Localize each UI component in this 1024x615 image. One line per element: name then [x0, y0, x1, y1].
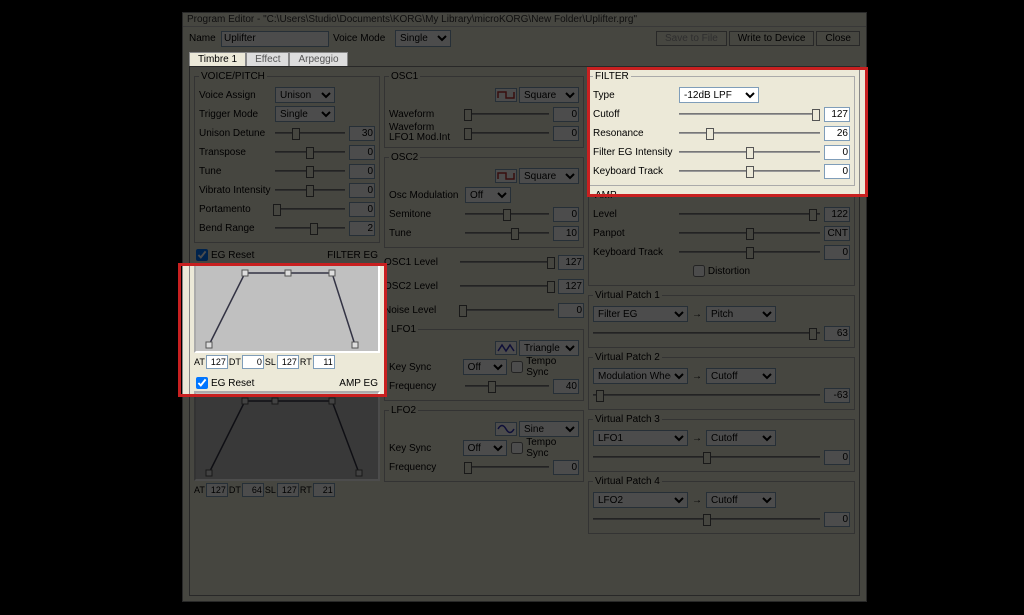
osc1-wave-select[interactable]: Square [519, 87, 579, 103]
filter-eg-graph[interactable] [194, 263, 380, 353]
osc1-wave-icon [495, 88, 517, 102]
lfo2-wave-select[interactable]: Sine [519, 421, 579, 437]
amp-eg-graph[interactable] [194, 391, 380, 481]
vp2-amt-slider[interactable] [593, 388, 820, 402]
unison-detune-slider[interactable] [275, 126, 345, 140]
filter-type-select[interactable]: -12dB LPF [679, 87, 759, 103]
name-label: Name [189, 33, 217, 44]
save-to-file-button[interactable]: Save to File [656, 31, 727, 46]
amp-level-slider[interactable] [679, 207, 820, 221]
window-title: Program Editor - "C:\Users\Studio\Docume… [183, 13, 866, 27]
voice-assign-select[interactable]: Unison [275, 87, 335, 103]
osc2-tune-slider[interactable] [465, 226, 549, 240]
transpose-value[interactable] [349, 145, 375, 160]
voicemode-select[interactable]: Single [395, 30, 451, 47]
lfo1-wave-select[interactable]: Triangle [519, 340, 579, 356]
vpatch2-group: Virtual Patch 2 Modulation Wheel → Cutof… [588, 352, 855, 410]
vp4-amt-slider[interactable] [593, 512, 820, 526]
lfo1-temposync-check[interactable]: Tempo Sync [511, 356, 579, 378]
vpatch3-group: Virtual Patch 3 LFO1 → Cutoff [588, 414, 855, 472]
arrow-icon: → [692, 495, 702, 506]
vp4-src-select[interactable]: LFO2 [593, 492, 688, 508]
osc1-waveform-slider[interactable] [465, 107, 549, 121]
lfo1-keysync-select[interactable]: Off [463, 359, 508, 375]
close-button[interactable]: Close [816, 31, 860, 46]
vp4-dst-select[interactable]: Cutoff [706, 492, 776, 508]
filter-eg-box: EG Reset FILTER EG [194, 247, 380, 371]
filter-eg-reset-check[interactable]: EG Reset [196, 249, 254, 261]
vp2-dst-select[interactable]: Cutoff [706, 368, 776, 384]
osc2-semitone-slider[interactable] [465, 207, 549, 221]
vp1-amt-slider[interactable] [593, 326, 820, 340]
osc2-level-slider[interactable] [460, 279, 554, 293]
lfo2-freq-slider[interactable] [465, 460, 549, 474]
lfo1-group: LFO1 Triangle Key Sync Off Tempo Sync Fr… [384, 324, 584, 401]
osc2-mod-select[interactable]: Off [465, 187, 511, 203]
lfo1-freq-slider[interactable] [465, 379, 549, 393]
voicemode-label: Voice Mode [333, 33, 391, 44]
filter-resonance-slider[interactable] [679, 126, 820, 140]
filter-cutoff-slider[interactable] [679, 107, 820, 121]
osc2-wave-icon [495, 169, 517, 183]
filter-kbd-slider[interactable] [679, 164, 820, 178]
arrow-icon: → [692, 309, 702, 320]
program-editor-window: Program Editor - "C:\Users\Studio\Docume… [182, 12, 867, 602]
lfo1-wave-icon [495, 341, 517, 355]
osc2-group: OSC2 Square Osc Modulation Off Semitone … [384, 152, 584, 248]
amp-group: AMP Level Panpot Keyboard Track Distorti… [588, 190, 855, 286]
lfo2-keysync-select[interactable]: Off [463, 440, 508, 456]
vp3-dst-select[interactable]: Cutoff [706, 430, 776, 446]
lfo2-wave-icon [495, 422, 517, 436]
filter-egint-slider[interactable] [679, 145, 820, 159]
vibrato-slider[interactable] [275, 183, 345, 197]
amp-kbd-slider[interactable] [679, 245, 820, 259]
unison-detune-value[interactable] [349, 126, 375, 141]
osc1-level-slider[interactable] [460, 255, 554, 269]
portamento-slider[interactable] [275, 202, 345, 216]
filter-group: FILTER Type -12dB LPF Cutoff Resonance F… [588, 71, 855, 186]
lfo2-group: LFO2 Sine Key Sync Off Tempo Sync Freque… [384, 405, 584, 482]
osc2-wave-select[interactable]: Square [519, 168, 579, 184]
bend-slider[interactable] [275, 221, 345, 235]
tab-arpeggio[interactable]: Arpeggio [289, 52, 347, 66]
tune-slider[interactable] [275, 164, 345, 178]
trigger-mode-select[interactable]: Single [275, 106, 335, 122]
arrow-icon: → [692, 433, 702, 444]
vp1-src-select[interactable]: Filter EG [593, 306, 688, 322]
tab-timbre1[interactable]: Timbre 1 [189, 52, 246, 66]
timbre-panel: VOICE/PITCH Voice Assign Unison Trigger … [189, 66, 860, 596]
arrow-icon: → [692, 371, 702, 382]
name-input[interactable] [221, 31, 329, 47]
portamento-value[interactable] [349, 202, 375, 217]
voice-pitch-group: VOICE/PITCH Voice Assign Unison Trigger … [194, 71, 380, 243]
vpatch1-group: Virtual Patch 1 Filter EG → Pitch [588, 290, 855, 348]
amp-eg-reset-check[interactable]: EG Reset [196, 377, 254, 389]
vpatch4-group: Virtual Patch 4 LFO2 → Cutoff [588, 476, 855, 534]
vp2-src-select[interactable]: Modulation Wheel [593, 368, 688, 384]
bend-value[interactable] [349, 221, 375, 236]
vp1-dst-select[interactable]: Pitch [706, 306, 776, 322]
vibrato-value[interactable] [349, 183, 375, 198]
amp-pan-slider[interactable] [679, 226, 820, 240]
noise-level-slider[interactable] [460, 303, 554, 317]
osc1-lfo1mod-slider[interactable] [465, 126, 549, 140]
distortion-check[interactable]: Distortion [693, 265, 750, 277]
transpose-slider[interactable] [275, 145, 345, 159]
tune-value[interactable] [349, 164, 375, 179]
vp3-src-select[interactable]: LFO1 [593, 430, 688, 446]
tab-effect[interactable]: Effect [246, 52, 289, 66]
vp3-amt-slider[interactable] [593, 450, 820, 464]
amp-eg-box: EG Reset AMP EG [194, 375, 380, 499]
lfo2-temposync-check[interactable]: Tempo Sync [511, 437, 579, 459]
write-to-device-button[interactable]: Write to Device [729, 31, 815, 46]
osc1-group: OSC1 Square Waveform Waveform LFO1 Mod.I… [384, 71, 584, 148]
